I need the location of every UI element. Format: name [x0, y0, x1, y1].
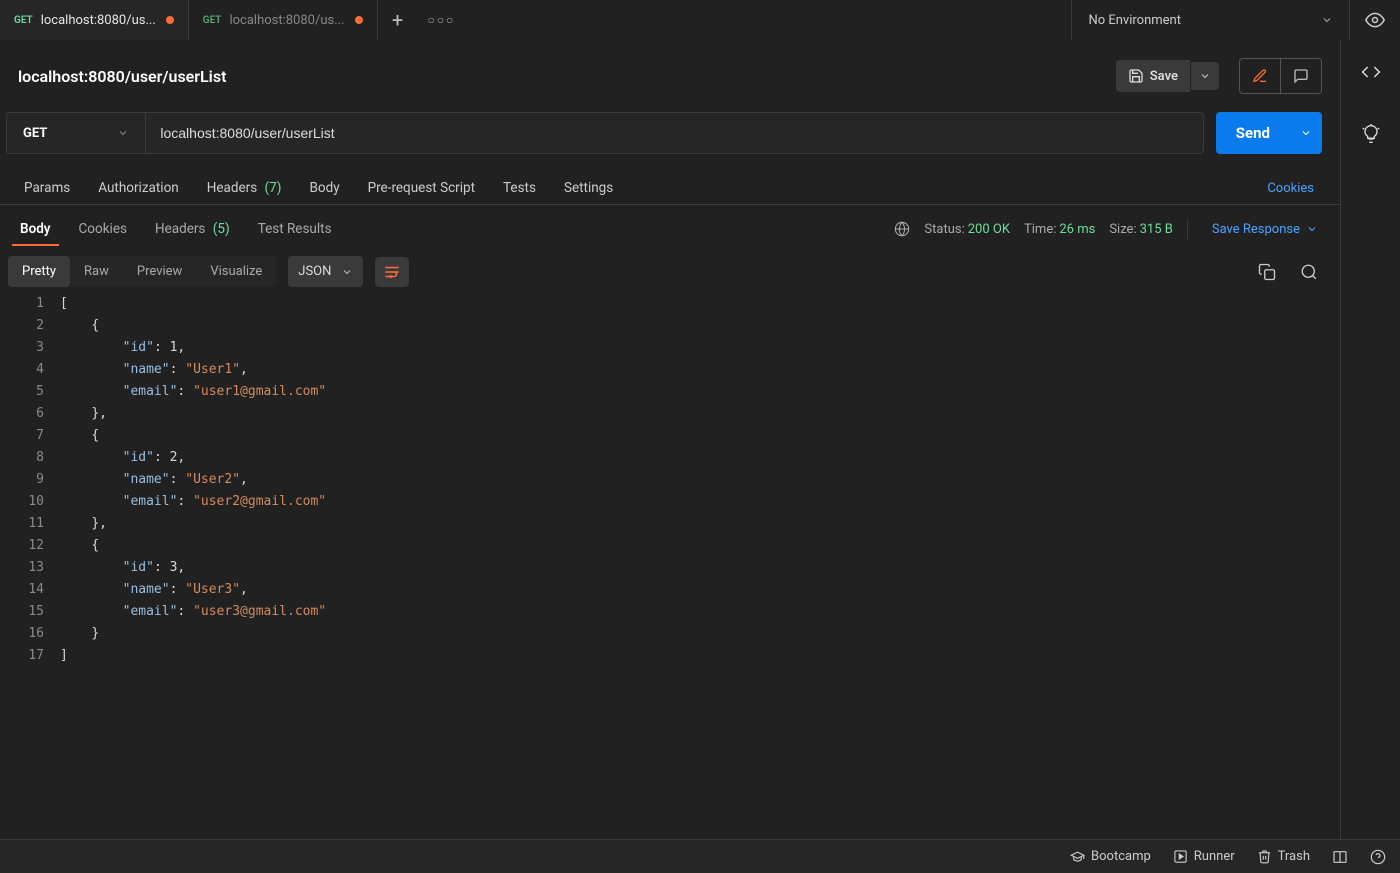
- response-view-controls: Pretty Raw Preview Visualize JSON: [0, 246, 1340, 287]
- bootcamp-button[interactable]: Bootcamp: [1070, 849, 1151, 864]
- unsaved-dot-icon: [166, 16, 174, 24]
- send-button[interactable]: Send: [1216, 112, 1290, 154]
- tab-title: localhost:8080/us...: [41, 13, 156, 28]
- chevron-down-icon: [1321, 14, 1333, 26]
- request-title-bar: localhost:8080/user/userList Save: [0, 40, 1340, 112]
- view-mode-segment: Pretty Raw Preview Visualize: [8, 256, 276, 287]
- headers-count: (7): [265, 180, 282, 196]
- send-label: Send: [1236, 124, 1270, 142]
- response-body-editor[interactable]: 1234567891011121314151617 [ { "id": 1, "…: [0, 287, 1340, 667]
- response-meta: Status:200 OK Time:26 ms Size:315 B Save…: [894, 219, 1334, 239]
- cookies-link[interactable]: Cookies: [1267, 181, 1330, 196]
- environment-quicklook-button[interactable]: [1350, 10, 1400, 30]
- request-tabs: Params Authorization Headers (7) Body Pr…: [0, 164, 1340, 205]
- http-method-value: GET: [23, 126, 47, 141]
- view-preview[interactable]: Preview: [123, 256, 196, 287]
- send-dropdown-button[interactable]: [1290, 112, 1322, 154]
- tips-button[interactable]: [1361, 124, 1381, 144]
- url-input[interactable]: [145, 112, 1203, 154]
- view-raw[interactable]: Raw: [70, 256, 123, 287]
- top-tabbar: GET localhost:8080/us... GET localhost:8…: [0, 0, 1400, 40]
- view-pretty[interactable]: Pretty: [8, 256, 70, 287]
- format-selector[interactable]: JSON: [288, 256, 363, 287]
- save-response-button[interactable]: Save Response: [1212, 222, 1318, 237]
- tab-method: GET: [14, 15, 33, 26]
- environment-label: No Environment: [1088, 13, 1181, 28]
- edit-button[interactable]: [1240, 59, 1280, 93]
- help-button[interactable]: [1370, 849, 1386, 865]
- format-value: JSON: [298, 264, 331, 279]
- unsaved-dot-icon: [355, 16, 363, 24]
- code-snippet-button[interactable]: [1361, 62, 1381, 82]
- request-title: localhost:8080/user/userList: [18, 67, 226, 86]
- tab-settings[interactable]: Settings: [550, 172, 627, 204]
- view-visualize[interactable]: Visualize: [196, 256, 276, 287]
- statusbar: Bootcamp Runner Trash: [0, 839, 1400, 873]
- wrap-lines-button[interactable]: [375, 257, 409, 287]
- resp-tab-testresults[interactable]: Test Results: [244, 213, 346, 245]
- resp-tab-cookies[interactable]: Cookies: [65, 213, 141, 245]
- resp-headers-count: (5): [213, 221, 230, 237]
- save-button[interactable]: Save: [1116, 60, 1190, 92]
- http-method-selector[interactable]: GET: [6, 112, 145, 154]
- globe-icon[interactable]: [894, 221, 910, 237]
- right-rail: [1340, 40, 1400, 840]
- tab-authorization[interactable]: Authorization: [84, 172, 192, 204]
- request-url-bar: GET Send: [0, 112, 1340, 164]
- action-group: [1239, 58, 1322, 94]
- new-tab-button[interactable]: +: [378, 8, 418, 32]
- tab-body[interactable]: Body: [295, 172, 353, 204]
- request-tab-2[interactable]: GET localhost:8080/us...: [189, 0, 378, 40]
- time-value: 26 ms: [1059, 222, 1095, 237]
- tab-params[interactable]: Params: [10, 172, 84, 204]
- two-pane-button[interactable]: [1332, 849, 1348, 865]
- response-tabs: Body Cookies Headers (5) Test Results St…: [0, 205, 1340, 246]
- tab-prerequest[interactable]: Pre-request Script: [354, 172, 489, 204]
- resp-tab-headers[interactable]: Headers (5): [141, 213, 244, 245]
- response-body-code: [ { "id": 1, "name": "User1", "email": "…: [60, 293, 326, 667]
- runner-button[interactable]: Runner: [1173, 849, 1235, 864]
- search-response-button[interactable]: [1294, 257, 1324, 287]
- tab-headers[interactable]: Headers (7): [193, 172, 296, 204]
- line-gutter: 1234567891011121314151617: [0, 293, 60, 667]
- request-tab-1[interactable]: GET localhost:8080/us...: [0, 0, 189, 40]
- trash-button[interactable]: Trash: [1257, 849, 1310, 864]
- tab-overflow-button[interactable]: ○○○: [418, 13, 466, 27]
- status-value: 200 OK: [968, 222, 1010, 237]
- tab-method: GET: [203, 15, 222, 26]
- save-label: Save: [1150, 69, 1178, 84]
- resp-tab-body[interactable]: Body: [6, 213, 65, 245]
- save-dropdown-button[interactable]: [1191, 62, 1219, 90]
- environment-selector[interactable]: No Environment: [1071, 0, 1350, 40]
- size-value: 315 B: [1140, 222, 1173, 237]
- copy-response-button[interactable]: [1252, 257, 1282, 287]
- comments-button[interactable]: [1280, 59, 1321, 93]
- tab-title: localhost:8080/us...: [229, 13, 344, 28]
- tab-tests[interactable]: Tests: [489, 172, 550, 204]
- chevron-down-icon: [117, 127, 129, 139]
